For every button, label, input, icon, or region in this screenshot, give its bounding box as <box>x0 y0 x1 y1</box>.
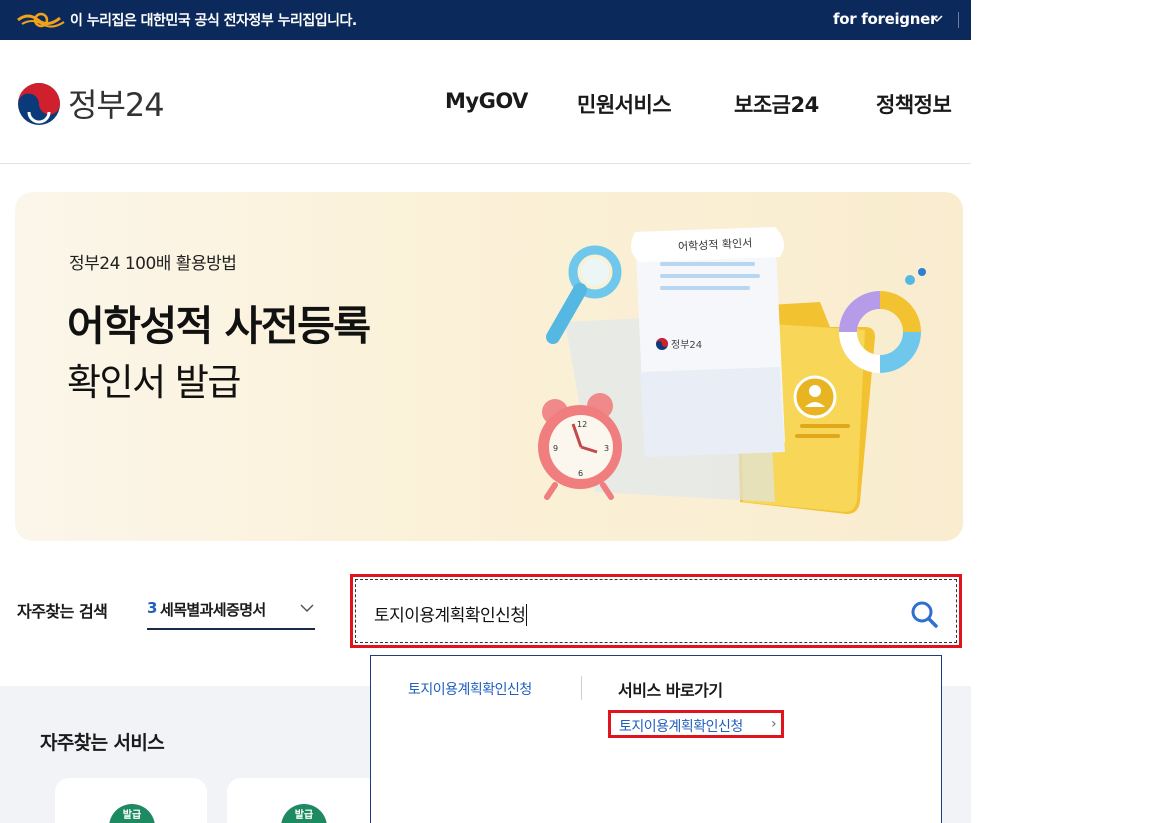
gov-banner: 이 누리집은 대한민국 공식 전자정부 누리집입니다. for foreigne… <box>0 0 971 40</box>
hero-title: 어학성적 사전등록 <box>67 302 371 350</box>
service-shortcut-heading: 서비스 바로가기 <box>618 681 723 700</box>
chevron-right-icon: › <box>771 716 777 732</box>
issue-icon: 발급 <box>281 804 327 823</box>
nav-mygov[interactable]: MyGOV <box>445 89 528 113</box>
service-shortcut-link[interactable]: 토지이용계획확인신청 › <box>608 710 784 738</box>
frequent-search-label: 자주찾는 검색 <box>17 602 108 621</box>
for-foreigner-link[interactable]: for foreigner <box>833 10 937 28</box>
gov-banner-text: 이 누리집은 대한민국 공식 전자정부 누리집입니다. <box>70 13 357 29</box>
service-card[interactable]: 발급 <box>55 778 207 823</box>
doc-logo-text: 정부24 <box>671 339 702 351</box>
autocomplete-divider <box>581 676 582 700</box>
svg-text:12: 12 <box>577 420 587 429</box>
search-autocomplete-panel: 토지이용계획확인신청 서비스 바로가기 토지이용계획확인신청 › <box>370 655 942 823</box>
frequent-keyword-select[interactable]: 3 세목별과세증명서 <box>147 592 315 630</box>
search-input[interactable]: 토지이용계획확인신청 <box>374 601 528 626</box>
hero-illustration: 어학성적 확인서 정부24 12 3 6 9 <box>538 227 926 514</box>
autocomplete-suggestion[interactable]: 토지이용계획확인신청 <box>408 679 532 699</box>
svg-text:9: 9 <box>553 444 558 453</box>
issue-icon: 발급 <box>109 804 155 823</box>
document-icon <box>631 227 785 457</box>
search-icon[interactable] <box>910 600 938 628</box>
site-header: 정부24 MyGOV 민원서비스 보조금24 정책정보 <box>0 40 971 164</box>
svg-text:6: 6 <box>578 469 583 478</box>
text-caret <box>526 604 528 626</box>
chevron-down-icon[interactable] <box>299 600 315 616</box>
nav-policy-info[interactable]: 정책정보 <box>876 89 952 119</box>
nav-subsidy24[interactable]: 보조금24 <box>734 89 819 119</box>
site-logo-text[interactable]: 정부24 <box>68 80 165 126</box>
frequent-services-title: 자주찾는 서비스 <box>40 732 165 754</box>
donut-chart-icon <box>839 268 926 373</box>
page: 이 누리집은 대한민국 공식 전자정부 누리집입니다. for foreigne… <box>0 0 971 823</box>
banner-divider <box>958 12 959 28</box>
hero-banner[interactable]: 정부24 100배 활용방법 어학성적 사전등록 확인서 발급 어학성적 확인서… <box>15 192 963 541</box>
service-card[interactable]: 발급 <box>227 778 379 823</box>
keyword-rank: 3 <box>147 599 158 617</box>
search-box-highlight: 토지이용계획확인신청 <box>350 574 962 648</box>
taegeuk-logo-icon[interactable] <box>17 82 61 126</box>
service-shortcut-link-text[interactable]: 토지이용계획확인신청 <box>619 716 743 736</box>
keyword-text: 세목별과세증명서 <box>160 601 266 619</box>
hero-eyebrow: 정부24 100배 활용방법 <box>69 254 237 274</box>
hero-subtitle: 확인서 발급 <box>67 361 241 404</box>
search-input-wrapper[interactable]: 토지이용계획확인신청 <box>355 579 957 643</box>
chevron-down-icon[interactable] <box>930 12 944 26</box>
svg-text:3: 3 <box>604 444 609 453</box>
search-input-value: 토지이용계획확인신청 <box>374 606 526 626</box>
nav-civil-services[interactable]: 민원서비스 <box>577 89 672 119</box>
government-emblem-icon <box>17 12 65 28</box>
